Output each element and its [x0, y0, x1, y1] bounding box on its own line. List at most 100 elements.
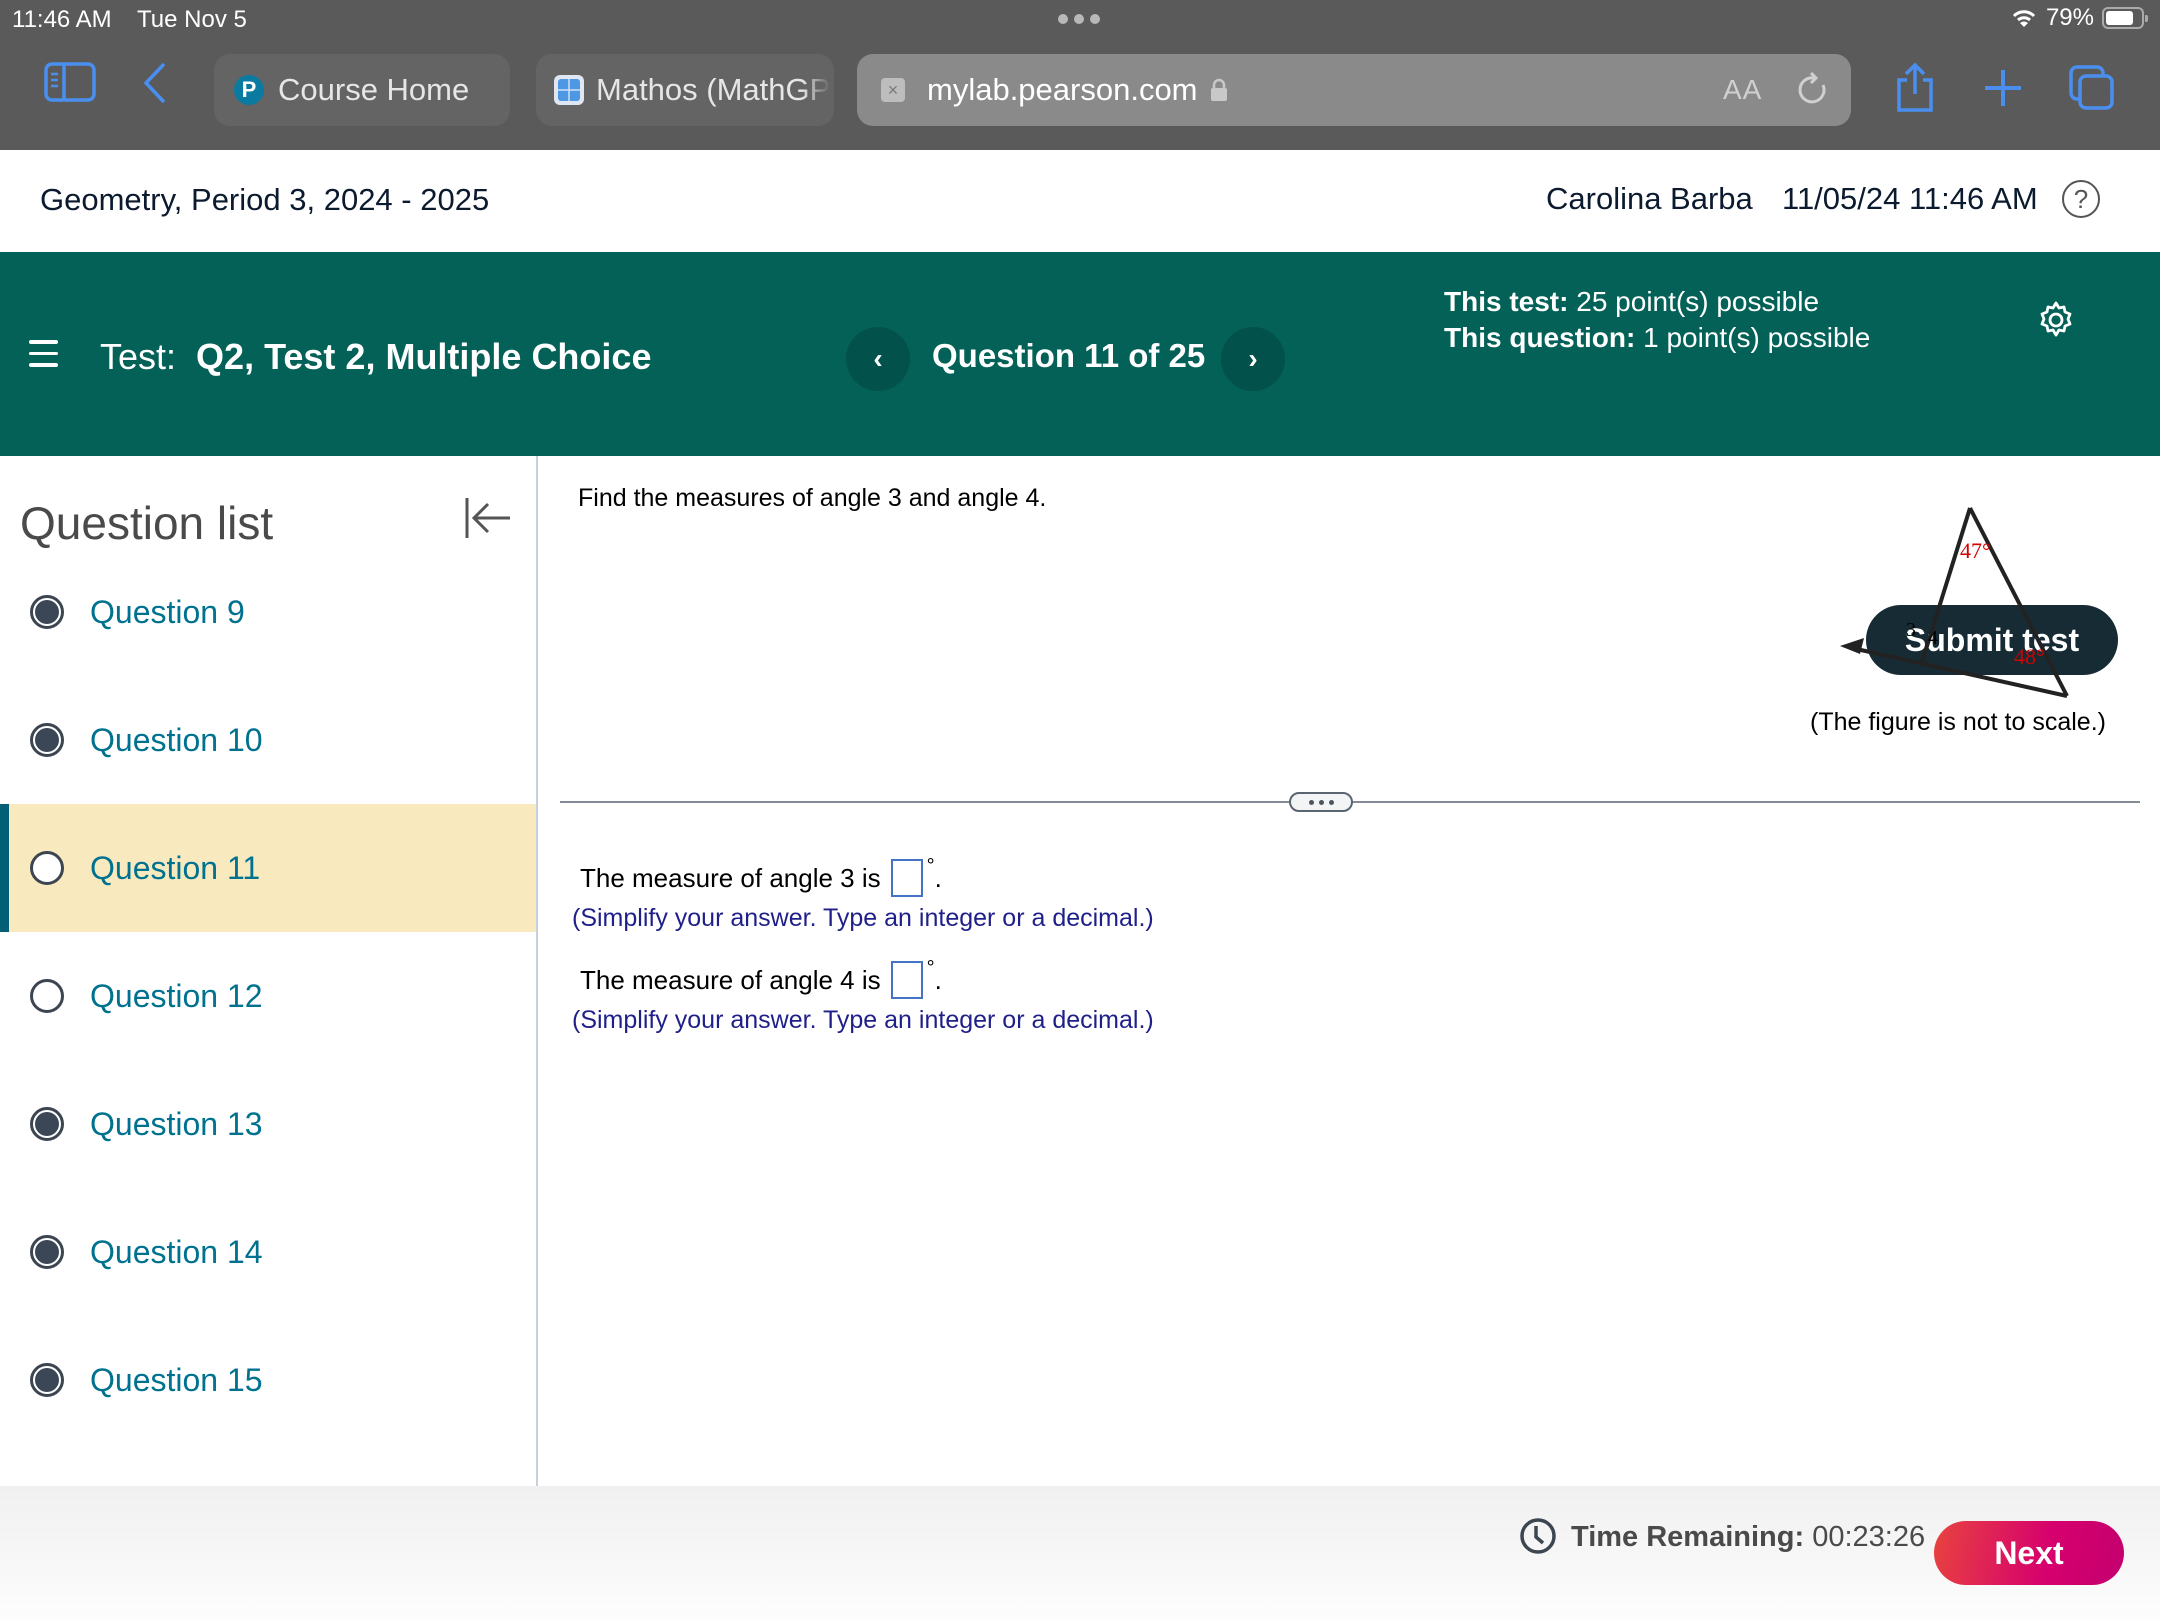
next-question-button[interactable]: › — [1221, 327, 1285, 391]
course-title: Geometry, Period 3, 2024 - 2025 — [40, 182, 490, 217]
question-list-panel: Question list Question 9 Question 10 Quest… — [0, 456, 538, 1486]
sidebar-question-item[interactable]: Question 10 — [0, 676, 536, 804]
url-text[interactable]: mylab.pearson.com — [927, 72, 1198, 108]
collapse-panel-icon[interactable] — [464, 496, 512, 540]
question-item-label: Question 15 — [90, 1361, 263, 1398]
help-icon[interactable]: ? — [2062, 180, 2100, 218]
this-test-value: 25 point(s) possible — [1576, 286, 1820, 317]
pearson-p-icon: P — [234, 75, 264, 105]
footer-bar: Time Remaining: 00:23:26 Next — [0, 1486, 2160, 1620]
status-date: Tue Nov 5 — [137, 6, 247, 33]
question-item-label: Question 11 — [90, 849, 261, 886]
new-tab-icon[interactable] — [1983, 68, 2023, 108]
status-time: 11:46 AM — [12, 6, 112, 33]
clock-icon — [1520, 1518, 1556, 1554]
sidebar-question-item[interactable]: Question 9 — [0, 548, 536, 676]
time-remaining-value: 00:23:26 — [1812, 1521, 1926, 1553]
question-item-label: Question 10 — [90, 721, 263, 758]
question-item-label: Question 13 — [90, 1105, 263, 1142]
status-dot — [35, 600, 59, 624]
answered-status-icon — [30, 1363, 64, 1397]
sidebar-toggle-icon[interactable] — [44, 62, 96, 102]
answered-status-icon — [30, 595, 64, 629]
course-bar: Geometry, Period 3, 2024 - 2025 Carolina… — [0, 150, 2160, 252]
time-remaining: Time Remaining: 00:23:26 — [1571, 1521, 1925, 1554]
wifi-icon — [2012, 10, 2036, 27]
angle-top-label: 47° — [1960, 538, 1991, 563]
degree-symbol: ° — [926, 956, 935, 979]
tab-label: Course Home — [278, 72, 470, 107]
test-prefix: Test: — [100, 336, 177, 377]
question-item-label: Question 14 — [90, 1233, 263, 1270]
question-counter: Question 11 of 25 — [932, 337, 1206, 374]
angle-4-label: 4 — [1928, 627, 1938, 649]
question-prompt: Find the measures of angle 3 and angle 4… — [578, 484, 1047, 512]
current-datetime: 11/05/24 11:46 AM — [1782, 181, 2038, 216]
answer-text: The measure of angle 3 is — [580, 862, 881, 893]
ray-arrowhead — [1840, 638, 1864, 654]
question-item-label: Question 12 — [90, 977, 263, 1014]
user-name: Carolina Barba — [1546, 181, 1753, 216]
question-area: Find the measures of angle 3 and angle 4… — [540, 456, 2160, 1486]
answer-hint: (Simplify your answer. Type an integer o… — [572, 904, 1154, 932]
figure-caption: (The figure is not to scale.) — [1810, 708, 2106, 736]
sidebar-question-item[interactable]: Question 14 — [0, 1188, 536, 1316]
unanswered-status-icon — [30, 979, 64, 1013]
sidebar-question-item-partial[interactable] — [0, 1444, 536, 1486]
angle-right-label: 48° — [2014, 644, 2045, 669]
menu-icon[interactable] — [29, 340, 58, 375]
tab-overview-icon[interactable] — [2068, 64, 2116, 112]
sidebar-question-item[interactable]: Question 11 — [0, 804, 536, 932]
triangle-figure: 47° 48° 3 4 — [1840, 507, 2069, 698]
sidebar-question-item[interactable]: Question 13 — [0, 1060, 536, 1188]
status-dot — [35, 1112, 59, 1136]
test-title: Test: Q2, Test 2, Multiple Choice — [100, 336, 651, 378]
angle-4-answer-input[interactable] — [890, 961, 923, 999]
mathos-cube-icon — [554, 75, 584, 105]
answer-hint: (Simplify your answer. Type an integer o… — [572, 1006, 1154, 1034]
test-name: Q2, Test 2, Multiple Choice — [196, 336, 652, 377]
reload-icon[interactable] — [1797, 71, 1831, 109]
previous-question-button[interactable]: ‹ — [846, 327, 910, 391]
multitasking-dots-icon[interactable] — [1058, 14, 1100, 24]
this-test-label: This test: — [1444, 286, 1569, 317]
test-header: Test: Q2, Test 2, Multiple Choice ‹ Ques… — [0, 252, 2160, 675]
answered-status-icon — [30, 1235, 64, 1269]
question-item-label: Question 9 — [90, 593, 245, 630]
points-info: This test: 25 point(s) possible This que… — [1444, 284, 1870, 356]
angle-3-label: 3 — [1906, 619, 1916, 641]
tab-label: Mathos (MathGP — [596, 72, 831, 107]
reader-mode-button[interactable]: AA — [1723, 74, 1762, 106]
tab-course-home[interactable]: P Course Home — [214, 54, 510, 126]
angle-3-answer-input[interactable] — [890, 859, 923, 897]
answered-status-icon — [30, 723, 64, 757]
time-remaining-label: Time Remaining: — [1571, 1521, 1805, 1553]
next-button[interactable]: Next — [1934, 1521, 2124, 1585]
sidebar-question-item[interactable]: Question 12 — [0, 932, 536, 1060]
this-question-value: 1 point(s) possible — [1643, 322, 1871, 353]
lock-icon — [1210, 78, 1227, 101]
answer-line-angle-4: The measure of angle 4 is °. — [580, 957, 942, 999]
battery-percent: 79% — [2045, 4, 2094, 31]
pane-resize-handle[interactable] — [1289, 792, 1353, 812]
status-right: 79% — [2010, 4, 2148, 32]
unanswered-status-icon — [30, 851, 64, 885]
status-dot — [35, 1240, 59, 1264]
answered-status-icon — [30, 1107, 64, 1141]
battery-icon — [2102, 7, 2148, 29]
status-dot — [35, 728, 59, 752]
back-icon[interactable] — [140, 62, 170, 104]
question-list-title: Question list — [20, 497, 274, 549]
settings-gear-icon[interactable] — [2036, 300, 2076, 340]
browser-chrome: 11:46 AM Tue Nov 5 79% P Course Home Mat… — [0, 0, 2160, 150]
close-tab-icon[interactable]: × — [881, 78, 905, 102]
sidebar-question-item[interactable]: Question 15 — [0, 1316, 536, 1444]
battery-fill — [2106, 11, 2133, 25]
answer-text: The measure of angle 4 is — [580, 964, 881, 995]
share-icon[interactable] — [1893, 62, 1937, 114]
address-bar[interactable]: × mylab.pearson.com AA — [857, 54, 1851, 126]
this-question-label: This question: — [1444, 322, 1636, 353]
degree-symbol: ° — [926, 854, 935, 877]
tab-mathos[interactable]: Mathos (MathGP — [536, 54, 834, 126]
status-dot — [35, 1368, 59, 1392]
